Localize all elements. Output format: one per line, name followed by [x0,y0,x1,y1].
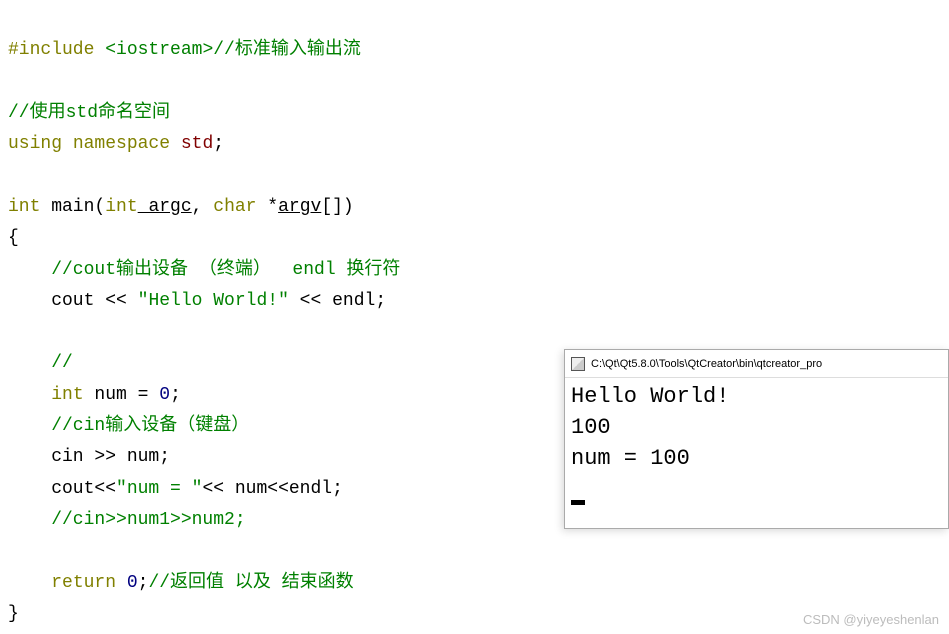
comment: //cout输出设备 （终端） endl 换行符 [8,260,400,280]
punct: []) [321,197,353,217]
keyword: namespace [62,134,170,154]
keyword: int [8,197,40,217]
comment: // [8,353,73,373]
op: << [94,291,137,311]
output-line: 100 [571,415,611,440]
keyword: char [202,197,256,217]
number: 0 [159,385,170,405]
string: "num = " [116,479,202,499]
punct: * [256,197,278,217]
punct: ; [138,573,149,593]
string: "Hello World!" [138,291,289,311]
cursor [571,500,585,505]
param: argc [138,197,192,217]
code-text: num = [84,385,160,405]
header-name: <iostream> [94,40,213,60]
code-text: << num<<endl; [202,479,342,499]
punct: ( [94,197,105,217]
param: argv [278,197,321,217]
output-line: Hello World! [571,384,729,409]
punct: , [192,197,203,217]
keyword: using [8,134,62,154]
code-text: cout [8,291,94,311]
keyword: return [51,573,116,593]
punct: ; [213,134,224,154]
identifier: endl [332,291,375,311]
comment: //标准输入输出流 [213,40,361,60]
console-window[interactable]: C:\Qt\Qt5.8.0\Tools\QtCreator\bin\qtcrea… [564,349,949,529]
console-output[interactable]: Hello World! 100 num = 100 [565,378,948,509]
indent [8,573,51,593]
func-name: main [40,197,94,217]
punct: ; [375,291,386,311]
brace: } [8,604,19,624]
preprocessor: #include [8,40,94,60]
app-icon [571,357,585,371]
indent [8,385,51,405]
watermark: CSDN @yiyeyeshenlan [803,612,939,627]
console-title: C:\Qt\Qt5.8.0\Tools\QtCreator\bin\qtcrea… [591,358,822,370]
brace: { [8,228,19,248]
comment: //cin输入设备（键盘） [8,416,249,436]
comment: //使用std命名空间 [8,103,170,123]
number: 0 [116,573,138,593]
code-text: cin >> num; [8,447,170,467]
identifier: std [170,134,213,154]
code-editor[interactable]: #include <iostream>//标准输入输出流 //使用std命名空间… [0,0,949,634]
output-line: num = 100 [571,446,690,471]
keyword: int [51,385,83,405]
punct: ; [170,385,181,405]
comment: //cin>>num1>>num2; [8,510,246,530]
console-titlebar[interactable]: C:\Qt\Qt5.8.0\Tools\QtCreator\bin\qtcrea… [565,350,948,378]
code-text: cout<< [8,479,116,499]
op: << [289,291,332,311]
comment: //返回值 以及 结束函数 [148,573,353,593]
keyword: int [105,197,137,217]
